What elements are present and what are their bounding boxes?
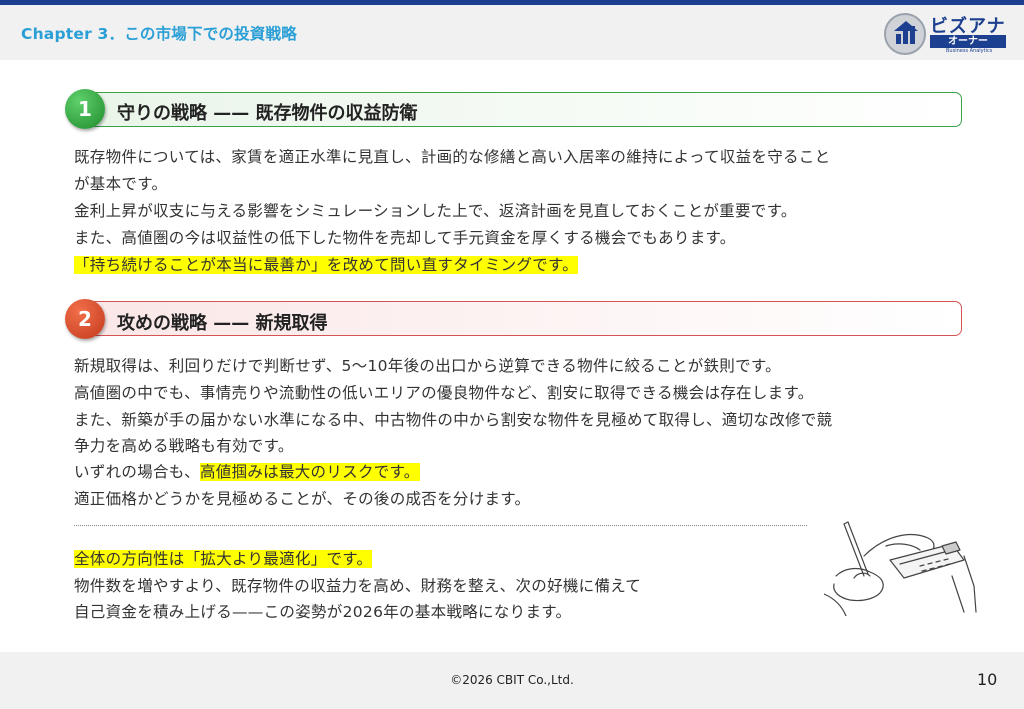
section-1-text-line: が基本です。 [74,175,168,193]
logo-tagline: Business Analytics [946,48,993,54]
risk-prefix: いずれの場合も、 [74,463,200,481]
highlight-text: 高値掴みは最大のリスクです。 [199,463,420,481]
summary-text-line: 自己資金を積み上げる——この姿勢が2026年の基本戦略になります。 [74,603,572,621]
dotted-divider [74,525,807,526]
logo-subtext: オーナー [930,35,1006,48]
section-2-text-line: 争力を高める戦略も有効です。 [74,437,294,455]
section-1-text-line: 金利上昇が収支に与える影響をシミュレーションした上で、返済計画を見直しておくこと… [74,202,797,220]
section-2-number-badge: 2 [65,299,105,339]
section-1-number-badge: 1 [65,89,105,129]
highlight-text: 全体の方向性は「拡大より最適化」です。 [74,550,373,568]
section-2-text-line: 高値圏の中でも、事情売りや流動性の低いエリアの優良物件など、割安に取得できる機会… [74,384,814,402]
section-1-text-line: また、高値圏の今は収益性の低下した物件を売却して手元資金を厚くする機会でもありま… [74,229,736,247]
summary-text-line: 物件数を増やすより、既存物件の収益力を高め、財務を整え、次の好機に備えて [74,577,642,595]
hand-calculator-icon [824,521,977,616]
section-2-text-line: また、新築が手の届かない水準になる中、中古物件の中から割安な物件を見極めて取得し… [74,411,833,429]
section-1-highlight: 「持ち続けることが本当に最善か」を改めて問い直すタイミングです。 [74,253,579,275]
section-2-risk-line: いずれの場合も、高値掴みは最大のリスクです。 [74,460,420,482]
building-chart-icon [884,13,926,55]
page-number: 10 [977,670,998,689]
section-2-text-line: 適正価格かどうかを見極めることが、その後の成否を分けます。 [74,490,531,508]
section-2-text-line: 新規取得は、利回りだけで判断せず、5〜10年後の出口から逆算できる物件に絞ること… [74,357,781,375]
section-2-title: 攻めの戦略 —— 新規取得 [117,313,328,334]
summary-highlight: 全体の方向性は「拡大より最適化」です。 [74,547,373,569]
section-1-title: 守りの戦略 —— 既存物件の収益防衛 [117,103,418,124]
copyright-text: ©2026 CBIT Co.,Ltd. [450,673,574,687]
highlight-text: 「持ち続けることが本当に最善か」を改めて問い直すタイミングです。 [74,256,579,274]
section-1-text-line: 既存物件については、家賃を適正水準に見直し、計画的な修繕と高い入居率の維持によっ… [74,148,831,166]
company-logo: ビズアナ オーナー Business Analytics [884,12,1012,56]
chapter-title: Chapter 3．この市場下での投資戦略 [21,25,297,43]
